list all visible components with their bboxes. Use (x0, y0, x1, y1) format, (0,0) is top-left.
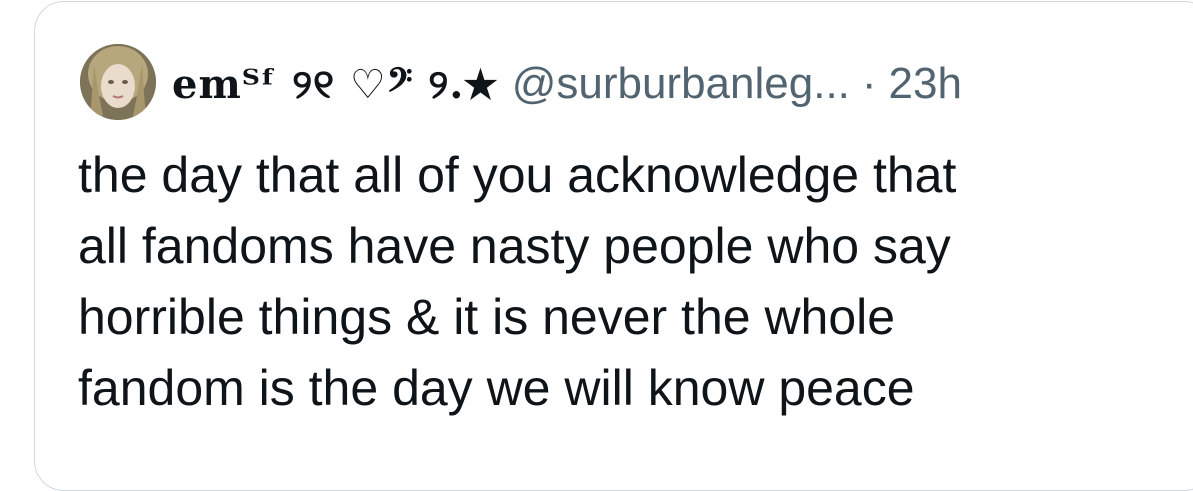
tweet-text-line: horrible things & it is never the whole (78, 289, 896, 345)
tweet-text-line: fandom is the day we will know peace (78, 360, 915, 416)
display-name[interactable]: emᵀᶠ ୨୧ ♡𝄢 ୨.★ (172, 61, 498, 108)
timestamp[interactable]: 23h (889, 59, 962, 109)
user-handle[interactable]: @surburbanleg... (512, 59, 850, 109)
avatar-image (80, 44, 156, 120)
tweet-text-line: all fandoms have nasty people who say (78, 218, 951, 274)
avatar[interactable] (80, 44, 156, 120)
tweet-text: the day that all of you acknowledge that… (78, 140, 1168, 424)
tweet-header: emᵀᶠ ୨୧ ♡𝄢 ୨.★ @surburbanleg... · 23h (172, 54, 962, 114)
separator-dot: · (861, 59, 877, 108)
tweet-text-line: the day that all of you acknowledge that (78, 147, 957, 203)
